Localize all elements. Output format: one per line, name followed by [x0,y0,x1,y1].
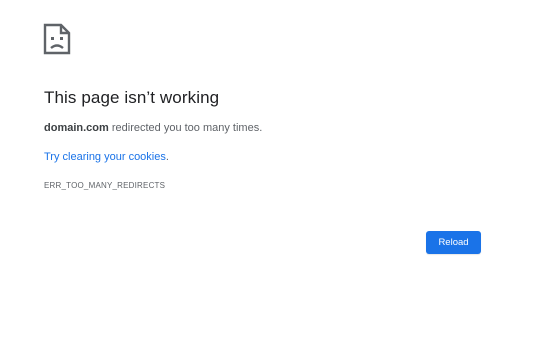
error-page: This page isn’t working domain.com redir… [0,0,537,356]
sad-page-icon [43,23,71,55]
error-code: ERR_TOO_MANY_REDIRECTS [44,181,166,190]
error-message-text: redirected you too many times. [108,122,263,134]
page-title: This page isn’t working [44,88,220,107]
reload-button[interactable]: Reload [426,231,481,254]
error-domain: domain.com [44,122,109,134]
suggestion: Try clearing your cookies. [44,151,169,163]
error-message: domain.com redirected you too many times… [44,122,262,134]
suggestion-suffix: . [165,151,169,163]
clear-cookies-link[interactable]: Try clearing your cookies [44,151,166,163]
